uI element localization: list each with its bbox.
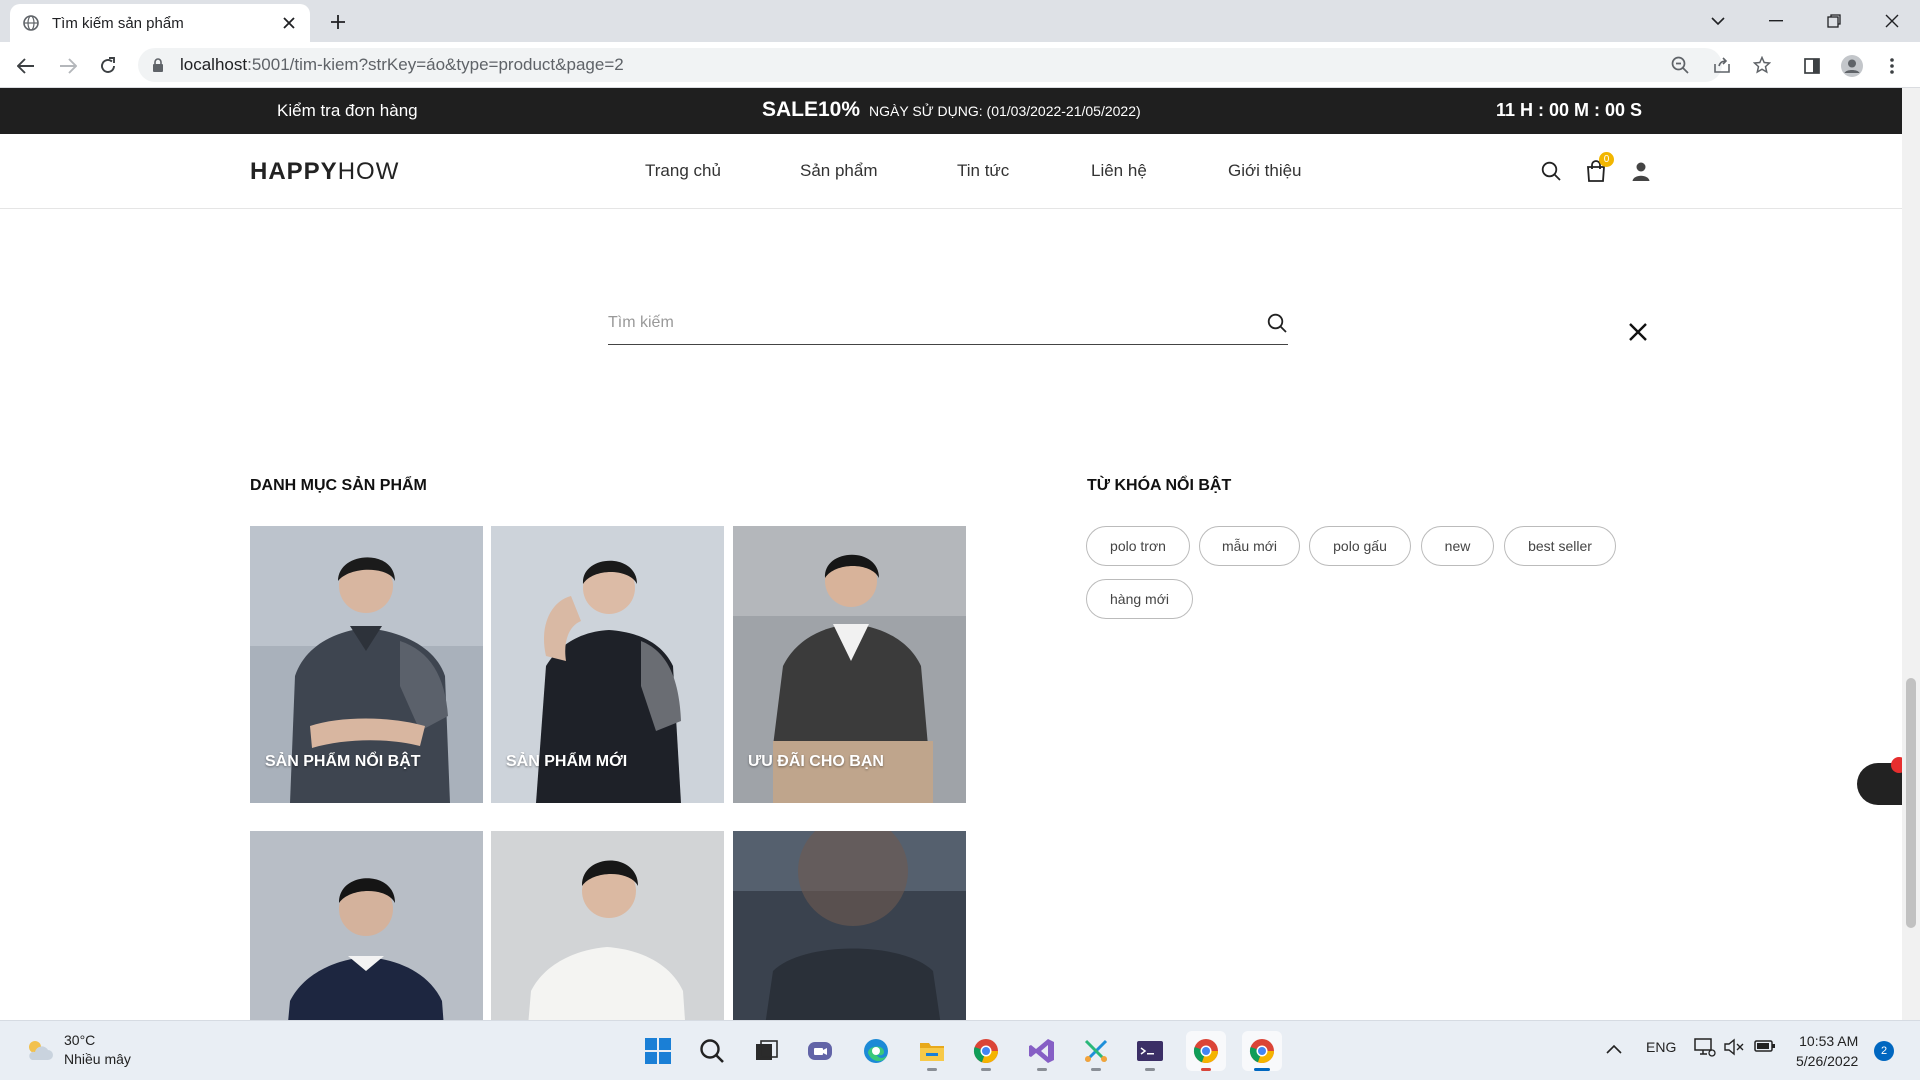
task-view-icon[interactable] bbox=[746, 1031, 786, 1071]
lock-icon bbox=[152, 57, 166, 73]
tab-title: Tìm kiếm sản phẩm bbox=[52, 14, 184, 32]
new-tab-icon[interactable] bbox=[326, 10, 350, 34]
sale-code: SALE10% bbox=[762, 98, 861, 121]
close-tab-icon[interactable] bbox=[280, 14, 298, 32]
search-input[interactable] bbox=[608, 304, 1248, 342]
chrome-icon[interactable] bbox=[966, 1031, 1006, 1071]
edge-icon[interactable] bbox=[856, 1031, 896, 1071]
category-offers[interactable]: ƯU ĐÃI CHO BẠN bbox=[733, 526, 966, 803]
search-icon[interactable] bbox=[1538, 158, 1564, 184]
reload-icon[interactable] bbox=[94, 52, 122, 80]
share-icon[interactable] bbox=[1708, 51, 1736, 79]
sale-banner: SALE10% NGÀY SỬ DỤNG: (01/03/2022-21/05/… bbox=[762, 98, 1141, 122]
system-clock[interactable]: 10:53 AM 5/26/2022 bbox=[1796, 1031, 1858, 1071]
check-order-link[interactable]: Kiểm tra đơn hàng bbox=[277, 101, 418, 121]
keyword-tag[interactable]: new bbox=[1421, 526, 1494, 566]
category-new[interactable]: SẢN PHẨM MỚI bbox=[491, 526, 724, 803]
site-logo[interactable]: HAPPYHOW bbox=[250, 158, 399, 186]
search-submit-icon[interactable] bbox=[1266, 312, 1288, 334]
forward-icon[interactable] bbox=[54, 52, 82, 80]
tab-search-icon[interactable] bbox=[1702, 6, 1734, 36]
input-language[interactable]: ENG bbox=[1646, 1039, 1676, 1055]
logo-light: HOW bbox=[337, 158, 400, 185]
terminal-icon[interactable] bbox=[1130, 1031, 1170, 1071]
start-icon[interactable] bbox=[638, 1031, 678, 1071]
keyword-tag[interactable]: hàng mới bbox=[1086, 579, 1193, 619]
model-photo bbox=[733, 831, 966, 1020]
nav-home[interactable]: Trang chủ bbox=[645, 161, 721, 181]
weather-widget[interactable]: 30°C Nhiều mây bbox=[24, 1031, 131, 1069]
keyword-tag[interactable]: best seller bbox=[1504, 526, 1616, 566]
url-path: :5001/tim-kiem?strKey=áo&type=product&pa… bbox=[247, 55, 624, 74]
search-box bbox=[608, 304, 1288, 345]
weather-desc: Nhiều mây bbox=[64, 1051, 131, 1067]
category-tile-6[interactable] bbox=[733, 831, 966, 1020]
cart-icon[interactable]: 0 bbox=[1583, 152, 1614, 184]
globe-icon bbox=[22, 14, 40, 32]
teams-chat-icon[interactable] bbox=[800, 1031, 840, 1071]
nav-products[interactable]: Sản phẩm bbox=[800, 161, 878, 181]
nav-about[interactable]: Giới thiệu bbox=[1228, 161, 1302, 181]
site-header: HAPPYHOW Trang chủ Sản phẩm Tin tức Liên… bbox=[0, 134, 1902, 209]
category-tile-4[interactable] bbox=[250, 831, 483, 1020]
countdown-timer: 11 H : 00 M : 00 S bbox=[1496, 100, 1643, 120]
keyword-tag[interactable]: polo gấu bbox=[1309, 526, 1411, 566]
model-photo bbox=[491, 831, 724, 1020]
notification-badge[interactable]: 2 bbox=[1874, 1041, 1894, 1061]
snipping-tool-icon[interactable] bbox=[1076, 1031, 1116, 1071]
cart-count-badge: 0 bbox=[1599, 152, 1614, 167]
user-icon[interactable] bbox=[1628, 158, 1654, 184]
browser-tab-bar: Tìm kiếm sản phẩm bbox=[0, 0, 1920, 42]
category-tile-5[interactable] bbox=[491, 831, 724, 1020]
chrome-window-2-icon[interactable] bbox=[1242, 1031, 1282, 1071]
sale-dates: NGÀY SỬ DỤNG: (01/03/2022-21/05/2022) bbox=[869, 103, 1141, 119]
file-explorer-icon[interactable] bbox=[912, 1031, 952, 1071]
category-featured[interactable]: SẢN PHẨM NỔI BẬT bbox=[250, 526, 483, 803]
category-label: SẢN PHẨM NỔI BẬT bbox=[265, 753, 421, 770]
restore-icon[interactable] bbox=[1818, 6, 1850, 36]
close-search-icon[interactable] bbox=[1624, 318, 1652, 346]
url-host: localhost bbox=[180, 55, 248, 74]
visual-studio-icon[interactable] bbox=[1022, 1031, 1062, 1071]
bookmark-star-icon[interactable] bbox=[1748, 51, 1776, 79]
category-label: ƯU ĐÃI CHO BẠN bbox=[748, 753, 884, 770]
nav-contact[interactable]: Liên hệ bbox=[1091, 161, 1147, 181]
close-window-icon[interactable] bbox=[1876, 6, 1908, 36]
keyword-tag[interactable]: mẫu mới bbox=[1199, 526, 1300, 566]
clock-date: 5/26/2022 bbox=[1796, 1053, 1859, 1069]
network-icon[interactable] bbox=[1694, 1037, 1716, 1060]
nav-news[interactable]: Tin tức bbox=[957, 161, 1009, 181]
more-menu-icon[interactable] bbox=[1878, 52, 1906, 80]
clock-time: 10:53 AM bbox=[1799, 1033, 1859, 1049]
category-label: SẢN PHẨM MỚI bbox=[506, 753, 628, 770]
volume-muted-icon[interactable] bbox=[1724, 1038, 1744, 1059]
cloudy-icon bbox=[29, 1041, 53, 1060]
minimize-icon[interactable] bbox=[1760, 6, 1792, 36]
categories-title: DANH MỤC SẢN PHẨM bbox=[250, 477, 427, 494]
windows-taskbar: 30°C Nhiều mây ENG 10:53 AM 5/26/2022 2 bbox=[0, 1020, 1920, 1080]
model-photo bbox=[250, 831, 483, 1020]
battery-icon[interactable] bbox=[1754, 1038, 1776, 1057]
taskbar-search-icon[interactable] bbox=[692, 1031, 732, 1071]
page-scrollbar[interactable] bbox=[1902, 88, 1920, 1020]
address-bar: localhost:5001/tim-kiem?strKey=áo&type=p… bbox=[0, 42, 1920, 88]
side-panel-icon[interactable] bbox=[1798, 52, 1826, 80]
chat-widget-button[interactable] bbox=[1857, 757, 1902, 805]
logo-bold: HAPPY bbox=[250, 158, 338, 185]
chat-notification-dot bbox=[1891, 757, 1902, 773]
web-page: Kiểm tra đơn hàng SALE10% NGÀY SỬ DỤNG: … bbox=[0, 88, 1902, 1020]
weather-temp: 30°C bbox=[64, 1032, 96, 1048]
keywords-title: TỪ KHÓA NỔI BẬT bbox=[1087, 477, 1232, 494]
keyword-tag[interactable]: polo trơn bbox=[1086, 526, 1190, 566]
chrome-window-1-icon[interactable] bbox=[1186, 1031, 1226, 1071]
promo-bar: Kiểm tra đơn hàng SALE10% NGÀY SỬ DỤNG: … bbox=[0, 88, 1902, 134]
profile-avatar-icon[interactable] bbox=[1838, 52, 1866, 80]
zoom-icon[interactable] bbox=[1666, 51, 1694, 79]
browser-tab[interactable]: Tìm kiếm sản phẩm bbox=[10, 4, 310, 42]
tray-overflow-icon[interactable] bbox=[1606, 1041, 1622, 1057]
url-field[interactable]: localhost:5001/tim-kiem?strKey=áo&type=p… bbox=[138, 48, 1722, 82]
back-icon[interactable] bbox=[12, 52, 40, 80]
scrollbar-thumb[interactable] bbox=[1906, 678, 1916, 928]
